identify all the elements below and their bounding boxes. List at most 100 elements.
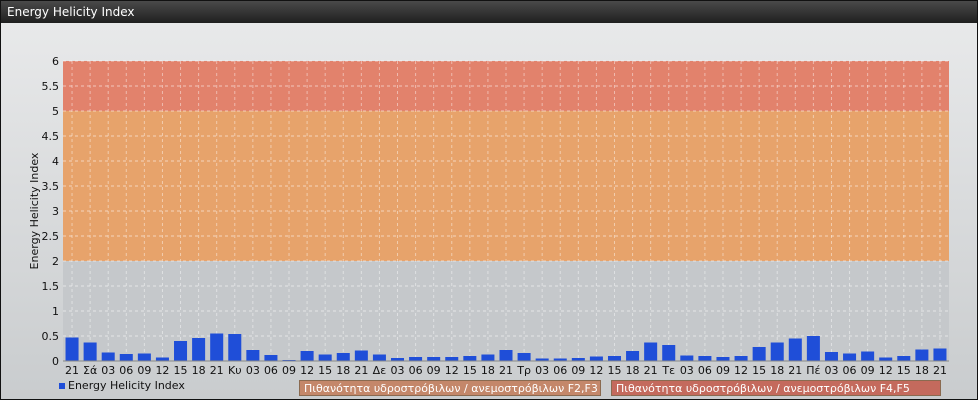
x-tick-label: 21: [644, 364, 658, 377]
bar: [65, 337, 79, 361]
bar: [897, 356, 911, 361]
bar: [824, 352, 838, 361]
x-tick-label: 03: [824, 364, 838, 377]
y-tick-label: 1: [52, 305, 59, 318]
x-tick-label: 18: [626, 364, 640, 377]
bar: [879, 357, 893, 361]
bar: [354, 350, 368, 361]
bar: [915, 349, 929, 361]
x-tick-label: 18: [915, 364, 929, 377]
x-tick-label: 21: [933, 364, 947, 377]
y-tick-label: 0: [52, 355, 59, 368]
x-tick-label: 06: [264, 364, 278, 377]
bar: [372, 354, 386, 361]
x-tick-label: 21: [65, 364, 79, 377]
x-tick-label: 06: [553, 364, 567, 377]
band-legend-f2f3[interactable]: Πιθανότητα υδροστρόβιλων / ανεμοστρόβιλω…: [299, 380, 601, 396]
x-tick-label: Τε: [661, 364, 675, 377]
x-tick-label: 03: [680, 364, 694, 377]
x-tick-label: 21: [788, 364, 802, 377]
bar: [481, 354, 495, 361]
x-tick-label: Κυ: [228, 364, 242, 377]
bar: [210, 333, 224, 361]
bar: [119, 354, 133, 361]
x-tick-label: 09: [861, 364, 875, 377]
bar: [607, 356, 621, 361]
x-tick-label: 18: [192, 364, 206, 377]
x-tick-label: 15: [463, 364, 477, 377]
x-tick-label: 09: [137, 364, 151, 377]
bar: [427, 357, 441, 361]
y-tick-label: 3: [52, 205, 59, 218]
x-tick-label: 15: [174, 364, 188, 377]
bar: [155, 357, 169, 361]
bar: [101, 352, 115, 361]
x-tick-label: 06: [843, 364, 857, 377]
x-tick-label: 12: [734, 364, 748, 377]
x-tick-label: 12: [589, 364, 603, 377]
x-tick-label: 03: [101, 364, 115, 377]
x-tick-label: 09: [716, 364, 730, 377]
y-tick-label: 5: [52, 105, 59, 118]
band-legend-f4f5[interactable]: Πιθανότητα υδροστρόβιλων / ανεμοστρόβιλω…: [611, 380, 941, 396]
x-tick-label: 03: [535, 364, 549, 377]
bar: [680, 355, 694, 361]
y-tick-label: 6: [52, 55, 59, 68]
x-tick-label: 06: [119, 364, 133, 377]
x-tick-label: 12: [155, 364, 169, 377]
x-tick-label: 03: [246, 364, 260, 377]
x-tick-label: 09: [427, 364, 441, 377]
x-tick-label: 12: [879, 364, 893, 377]
bar: [734, 356, 748, 361]
bar: [336, 353, 350, 361]
x-tick-label: 21: [354, 364, 368, 377]
bar: [83, 342, 97, 361]
bar: [752, 347, 766, 361]
bar: [137, 353, 151, 361]
x-tick-label: 21: [499, 364, 513, 377]
bar: [716, 357, 730, 361]
x-tick-label: 15: [607, 364, 621, 377]
bar: [463, 356, 477, 361]
series-legend[interactable]: Energy Helicity Index: [59, 379, 185, 392]
bar: [698, 356, 712, 361]
y-tick-label: 0.5: [42, 330, 60, 343]
window-title: Energy Helicity Index: [7, 5, 135, 19]
chart-window: Energy Helicity Index 0 0.5 1 1.5 2 2.5 3 3.5 4 4…: [0, 0, 978, 400]
x-tick-label: 15: [752, 364, 766, 377]
y-tick-label: 1.5: [42, 280, 60, 293]
y-tick-label: 4: [52, 155, 59, 168]
bar: [861, 351, 875, 361]
y-tick-label: 2: [52, 255, 59, 268]
bar: [788, 338, 802, 361]
x-tick-label: 06: [698, 364, 712, 377]
x-tick-label: Πέ: [806, 364, 820, 377]
bar: [174, 341, 188, 361]
bar: [770, 342, 784, 361]
x-tick-label: 12: [300, 364, 314, 377]
bar: [264, 355, 278, 361]
x-tick-label: 18: [336, 364, 350, 377]
x-tick-label: 03: [391, 364, 405, 377]
x-tick-label: 09: [282, 364, 296, 377]
bar: [626, 351, 640, 361]
x-tick-label: 18: [481, 364, 495, 377]
bar: [192, 338, 206, 361]
series-swatch: [59, 383, 65, 389]
x-tick-label: Σά: [83, 364, 97, 377]
plot-area: 0 0.5 1 1.5 2 2.5 3 3.5 4 4.5 5 5.5 6 Energy Helicity…: [1, 23, 977, 399]
bar: [644, 342, 658, 361]
series-legend-label: Energy Helicity Index: [68, 379, 185, 392]
bar: [933, 348, 947, 361]
bar: [517, 353, 531, 361]
bar: [499, 350, 513, 361]
window-titlebar: Energy Helicity Index: [1, 1, 977, 23]
y-tick-label: 4.5: [42, 130, 60, 143]
bar: [409, 357, 423, 361]
x-tick-label: Δε: [373, 364, 387, 377]
bar: [843, 353, 857, 361]
bar: [228, 334, 242, 361]
x-tick-label: 09: [571, 364, 585, 377]
x-tick-label: 21: [210, 364, 224, 377]
y-tick-label: 5.5: [42, 80, 60, 93]
